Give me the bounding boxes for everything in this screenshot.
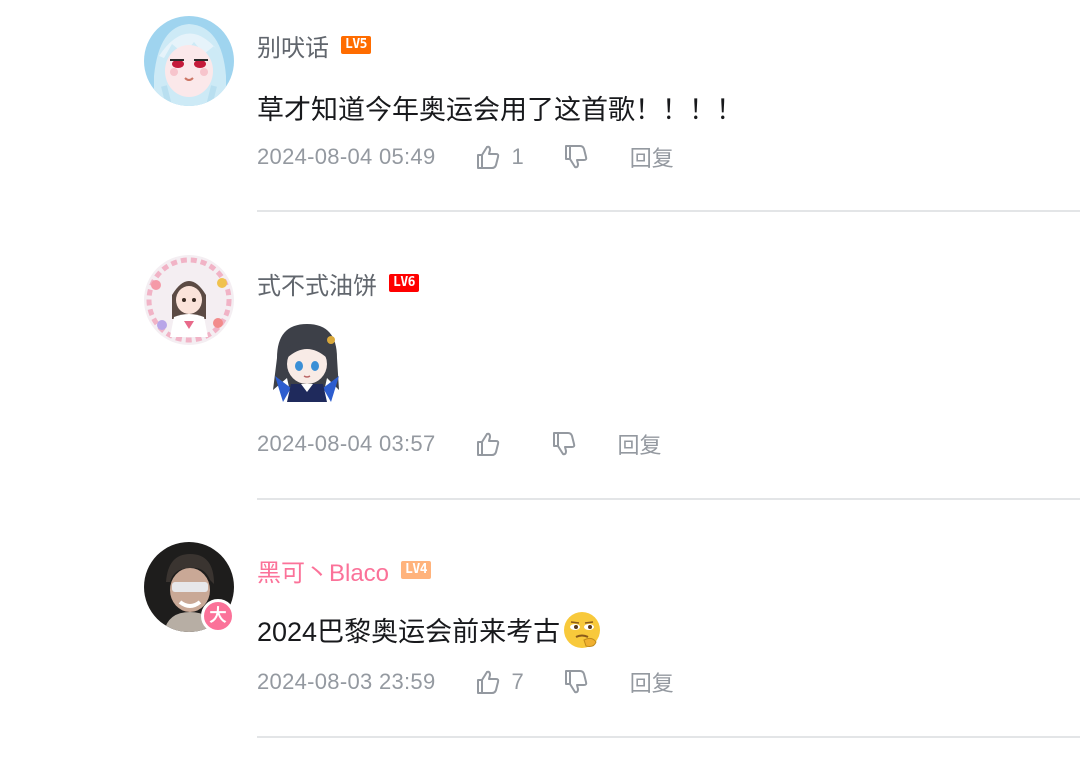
comment-time: 2024-08-04 05:49 xyxy=(257,144,436,169)
comment-text: 2024巴黎奥运会前来考古 xyxy=(257,610,602,650)
like-button[interactable]: 7 xyxy=(474,668,524,696)
reply-button[interactable]: 回复 xyxy=(618,428,662,460)
comment-header: 黑可丶Blaco LV4 xyxy=(257,553,432,588)
divider xyxy=(257,736,1080,738)
comment-actions: 2024-08-04 05:49 1 回复 xyxy=(257,142,674,172)
comment-actions: 2024-08-04 03:57 回复 xyxy=(257,429,662,459)
reply-button[interactable]: 回复 xyxy=(630,141,674,173)
level-badge: LV6 xyxy=(389,274,419,292)
anime-chibi-sticker-icon xyxy=(273,324,339,402)
sticker-image xyxy=(257,318,353,408)
thumbs-up-icon xyxy=(476,432,499,456)
divider xyxy=(257,498,1080,500)
username[interactable]: 黑可丶Blaco xyxy=(257,553,389,588)
user-avatar[interactable] xyxy=(144,16,234,106)
thumbs-down-icon xyxy=(552,432,575,456)
level-badge: LV5 xyxy=(341,36,371,54)
user-avatar[interactable] xyxy=(144,255,234,345)
comment-actions: 2024-08-03 23:59 7 回复 xyxy=(257,667,674,697)
comment-header: 别吠话 LV5 xyxy=(257,28,371,62)
dislike-button[interactable] xyxy=(550,430,578,458)
like-count: 7 xyxy=(511,669,524,694)
anime-girl-floral-avatar-icon xyxy=(144,255,234,345)
reply-button[interactable]: 回复 xyxy=(630,666,674,698)
thumbs-down-icon xyxy=(564,145,588,169)
comment-text: 草才知道今年奥运会用了这首歌！！！！ xyxy=(257,95,743,125)
username[interactable]: 式不式油饼 xyxy=(257,266,377,301)
like-button[interactable] xyxy=(474,430,512,458)
like-count: 1 xyxy=(511,144,524,169)
thumbs-up-icon xyxy=(476,145,499,169)
comment-time: 2024-08-03 23:59 xyxy=(257,669,436,694)
like-button[interactable]: 1 xyxy=(474,143,524,171)
divider xyxy=(257,210,1080,212)
username[interactable]: 别吠话 xyxy=(257,28,329,63)
dislike-button[interactable] xyxy=(562,143,590,171)
anime-girl-avatar-icon xyxy=(144,16,234,106)
dislike-button[interactable] xyxy=(562,668,590,696)
thumbs-up-icon xyxy=(476,670,499,694)
level-badge: LV4 xyxy=(401,561,432,579)
comment-header: 式不式油饼 LV6 xyxy=(257,266,419,300)
thumbs-down-icon xyxy=(564,670,588,694)
comment-text-body: 2024巴黎奥运会前来考古 xyxy=(257,617,561,647)
vip-badge: 大 xyxy=(201,599,235,633)
comment-time: 2024-08-04 03:57 xyxy=(257,431,436,456)
thinking-emoji-icon xyxy=(564,612,601,648)
